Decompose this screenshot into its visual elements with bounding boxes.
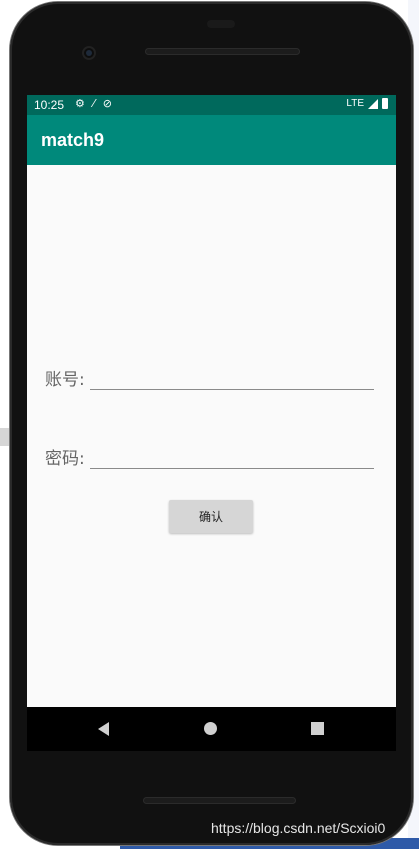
top-speaker [145,48,300,55]
status-time: 10:25 [34,98,65,112]
back-icon[interactable] [98,722,109,736]
front-camera [82,46,96,60]
password-label: 密码: [45,449,85,469]
gear-icon: ⚙ [75,97,85,110]
status-icons-right: LTE [346,98,388,109]
status-icons-left: ⚙ ⁄ ⊘ [75,97,112,110]
confirm-button[interactable]: 确认 [169,500,253,533]
sensor-slot [207,20,235,28]
account-label: 账号: [45,370,85,390]
signal-icon [368,98,378,109]
home-icon[interactable] [204,722,217,735]
app-bar: match9 [27,115,396,165]
device-screen: 10:25 ⚙ ⁄ ⊘ LTE match9 账号: 密码: 确认 [27,95,396,751]
app-title: match9 [41,130,105,150]
account-input[interactable] [90,367,374,390]
recents-icon[interactable] [311,722,324,735]
battery-icon [382,98,388,109]
bottom-speaker [143,797,296,804]
watermark-text: https://blog.csdn.net/Scxioi0 [211,820,386,836]
status-bar: 10:25 ⚙ ⁄ ⊘ LTE [27,95,396,115]
signal-off-icon: ⁄ [92,97,95,110]
sync-icon: ⊘ [102,97,112,110]
navigation-bar [27,707,396,751]
network-label: LTE [346,98,364,109]
password-input[interactable] [90,446,374,469]
